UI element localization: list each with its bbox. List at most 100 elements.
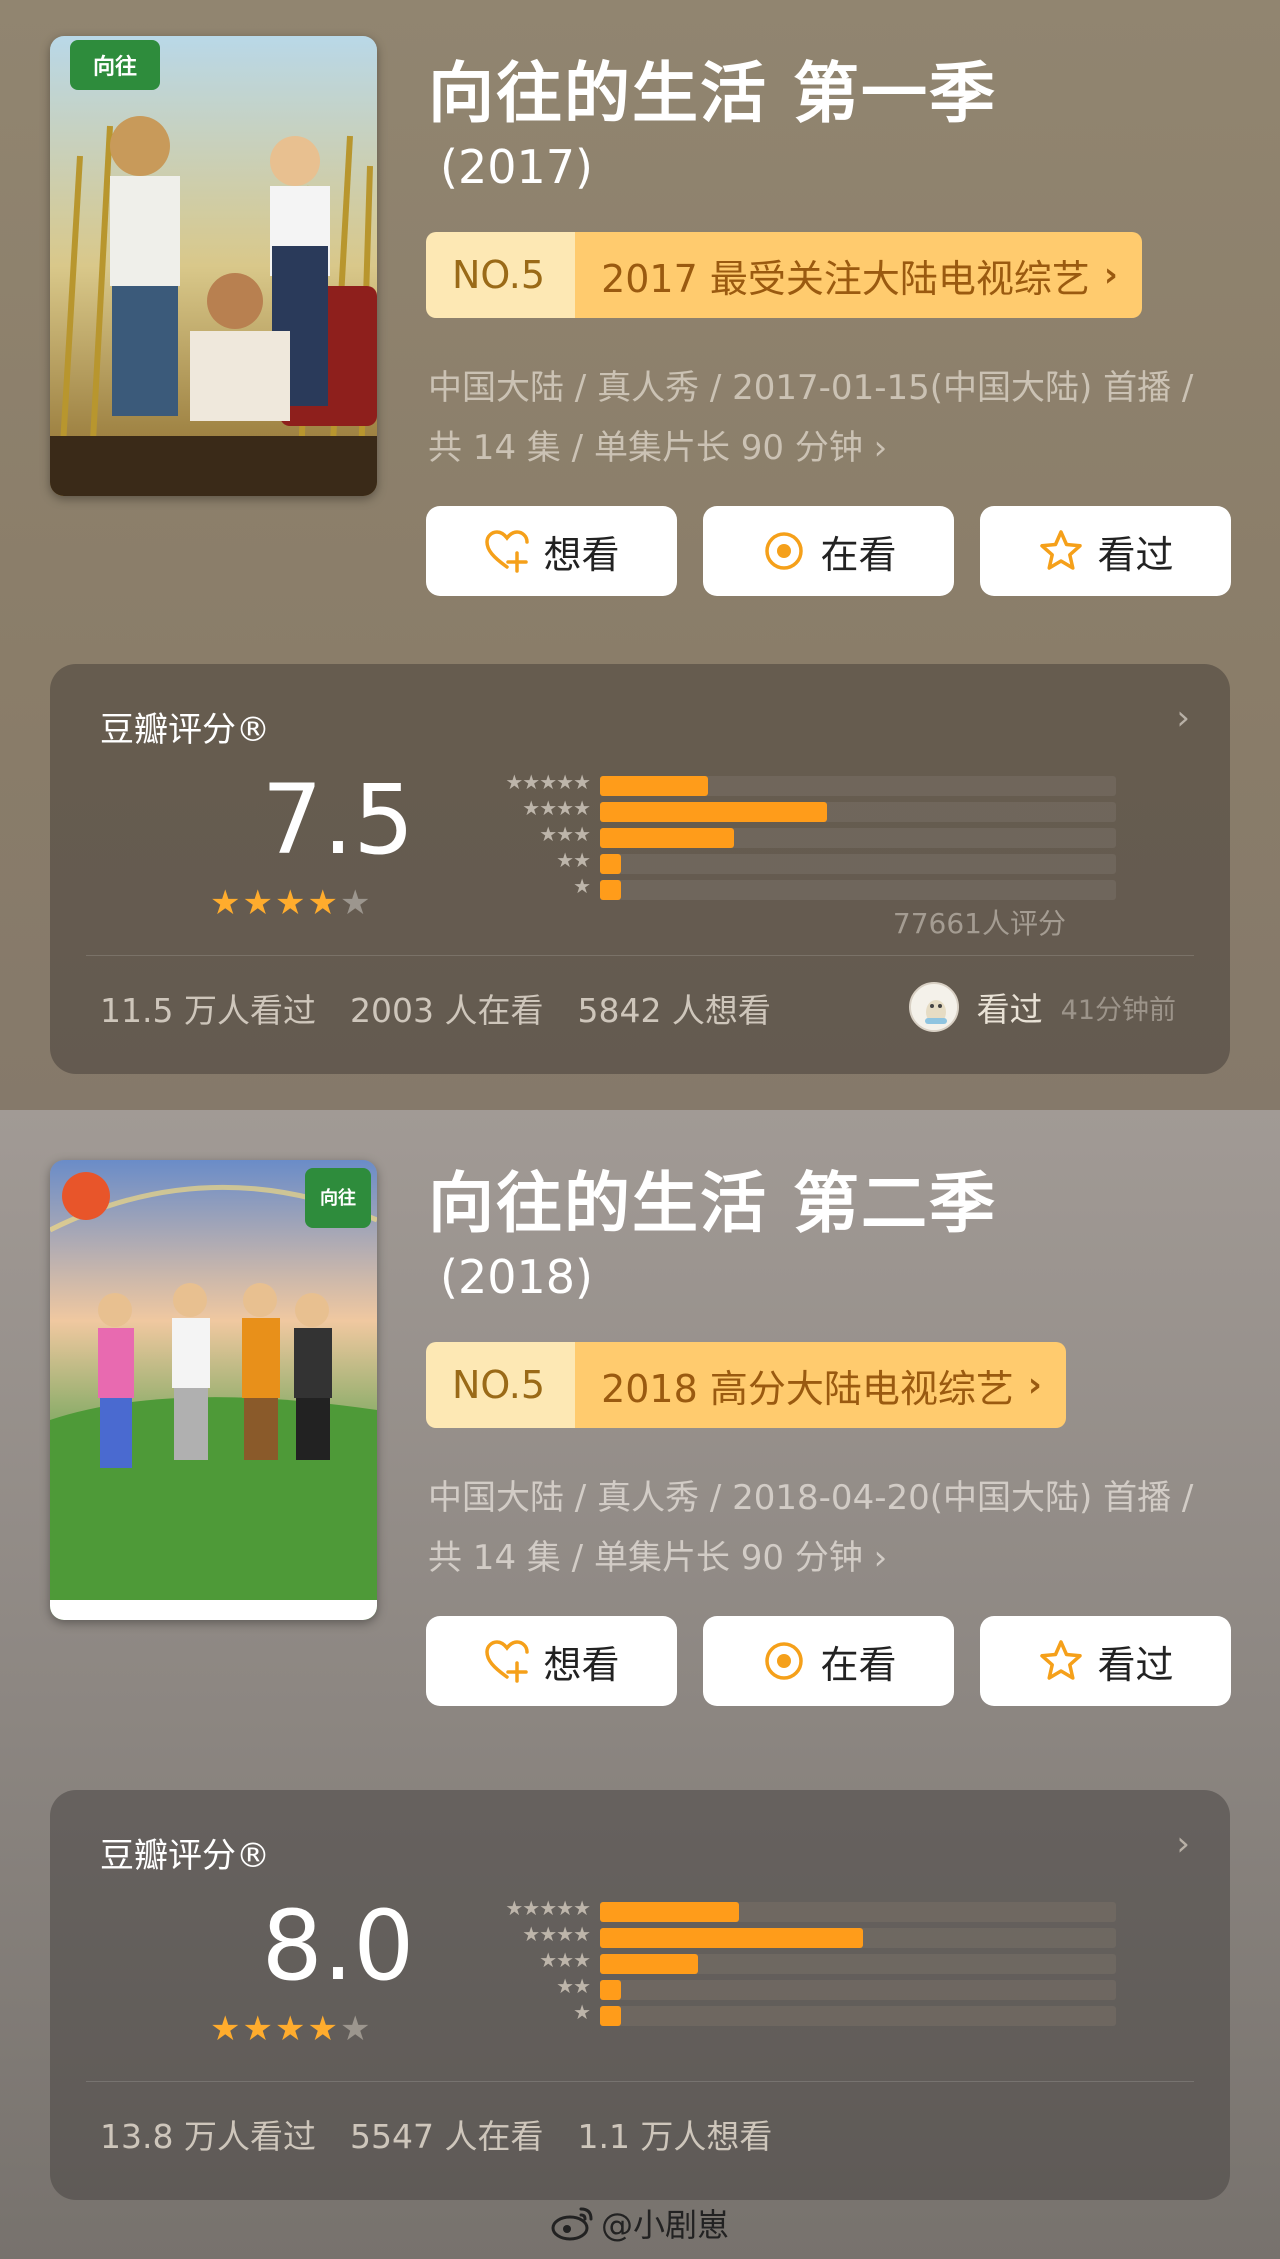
star-level-icon: ★: [573, 2000, 591, 2024]
chevron-right-icon[interactable]: ›: [1176, 698, 1190, 738]
star-level-icon: ★★★★: [522, 1922, 591, 1946]
audience-stats: 11.5 万人看过 2003 人在看 5842 人想看: [100, 984, 771, 1032]
watched-button[interactable]: 看过: [980, 1616, 1231, 1706]
want-label: 想看: [543, 1642, 620, 1687]
heart-plus-icon: [485, 530, 530, 573]
rating-bar-2-star: ★★: [420, 1974, 1120, 2000]
chevron-right-icon: ›: [1027, 1365, 1042, 1405]
star-outline-icon: [1040, 1640, 1083, 1680]
watching-label: 在看: [820, 1642, 897, 1687]
show-year: (2017): [440, 140, 593, 194]
bar-track: [600, 1902, 1116, 1922]
rating-title: 豆瓣评分®: [100, 1836, 270, 1876]
poster-image[interactable]: 向往: [50, 36, 377, 496]
action-buttons: 想看 在看 看过: [426, 506, 1231, 596]
rating-bar-1-star: ★: [420, 874, 1120, 900]
stat-want: 1.1 万人想看: [577, 2117, 773, 2156]
poster-image[interactable]: 向往: [50, 1160, 377, 1620]
meta-line-1: 中国大陆 / 真人秀 / 2018-04-20(中国大陆) 首播 /: [428, 1478, 1194, 1518]
watching-button[interactable]: 在看: [703, 1616, 954, 1706]
show-meta[interactable]: 中国大陆 / 真人秀 / 2018-04-20(中国大陆) 首播 / 共 14 …: [428, 1468, 1228, 1588]
show-meta[interactable]: 中国大陆 / 真人秀 / 2017-01-15(中国大陆) 首播 / 共 14 …: [428, 358, 1228, 478]
stat-watched: 13.8 万人看过: [100, 2117, 316, 2156]
season-1-card: 向往 向往的生活 第一季 (2017) NO.5 2017 最受关注大陆电视综艺…: [0, 0, 1280, 1110]
rating-bar-4-star: ★★★★: [420, 796, 1120, 822]
ranking-badge[interactable]: NO.5 2018 高分大陆电视综艺 ›: [426, 1342, 1066, 1428]
bar-fill: [600, 776, 709, 796]
bar-fill: [600, 828, 735, 848]
star-filled-icon: ★: [307, 883, 338, 923]
rating-score: 8.0: [261, 1890, 415, 2002]
meta-line-1: 中国大陆 / 真人秀 / 2017-01-15(中国大陆) 首播 /: [428, 368, 1194, 408]
watching-button[interactable]: 在看: [703, 506, 954, 596]
recent-time: 41分钟前: [1060, 994, 1176, 1026]
stat-want: 5842 人想看: [577, 991, 771, 1030]
star-level-icon: ★★★★★: [505, 1896, 591, 1920]
douban-rating-panel[interactable]: 豆瓣评分® › 7.5 ★ ★ ★ ★ ★ ★★★★★ ★★★★ ★★★ ★★ ★ 77661人…: [50, 664, 1230, 1074]
meta-line-2-wrap: 共 14 集 / 单集片长 90 分钟 ›: [428, 418, 1228, 478]
chevron-right-icon: ›: [1103, 255, 1118, 295]
rating-bar-3-star: ★★★: [420, 1948, 1120, 1974]
bar-fill: [600, 802, 828, 822]
show-title: 向往的生活 第一季: [428, 55, 997, 132]
rating-bar-5-star: ★★★★★: [420, 770, 1120, 796]
star-filled-icon: ★: [274, 883, 306, 923]
rating-bar-3-star: ★★★: [420, 822, 1120, 848]
bar-track: [600, 828, 1116, 848]
star-level-icon: ★★★★★: [505, 770, 591, 794]
chevron-right-icon[interactable]: ›: [1176, 1824, 1190, 1864]
watched-label: 看过: [1097, 532, 1174, 577]
star-level-icon: ★★: [556, 848, 591, 872]
star-filled-icon: ★: [210, 883, 241, 923]
svg-text:向往: 向往: [320, 1187, 356, 1209]
rating-score: 7.5: [261, 764, 415, 876]
target-icon: [765, 532, 804, 570]
bar-track: [600, 854, 1116, 874]
bar-fill: [600, 880, 621, 900]
watermark: @小剧崽: [0, 2200, 1280, 2246]
recent-action: 看过: [976, 990, 1043, 1029]
rating-title: 豆瓣评分®: [100, 710, 270, 750]
bar-fill: [600, 1928, 864, 1948]
rank-number: NO.5: [426, 232, 576, 318]
rank-number: NO.5: [426, 1342, 576, 1428]
stat-watching: 5547 人在看: [349, 2117, 544, 2156]
bar-fill: [600, 1902, 740, 1922]
star-level-icon: ★★★: [539, 822, 591, 846]
weibo-icon: [551, 2207, 593, 2241]
rating-bar-5-star: ★★★★★: [420, 1896, 1120, 1922]
watched-button[interactable]: 看过: [980, 506, 1231, 596]
star-filled-icon: ★: [242, 883, 273, 923]
avatar[interactable]: [908, 982, 959, 1032]
want-button[interactable]: 想看: [426, 506, 677, 596]
meta-line-2: 共 14 集 / 单集片长 90 分钟: [428, 428, 863, 468]
star-level-icon: ★★★: [539, 1948, 591, 1972]
rating-bar-1-star: ★: [420, 2000, 1120, 2026]
bar-fill: [600, 854, 621, 874]
rank-label-wrap: 2017 最受关注大陆电视综艺 ›: [575, 232, 1142, 318]
watermark-handle: @小剧崽: [600, 2206, 729, 2244]
star-level-icon: ★: [573, 874, 591, 898]
star-rating: ★ ★ ★ ★ ★: [210, 2012, 370, 2046]
star-outline-icon: [1040, 530, 1083, 570]
bar-track: [600, 776, 1116, 796]
douban-rating-panel[interactable]: 豆瓣评分® › 8.0 ★ ★ ★ ★ ★ ★★★★★ ★★★★ ★★★ ★★ ★ 13.8 万…: [50, 1790, 1230, 2200]
divider: [86, 2081, 1194, 2082]
show-year: (2018): [440, 1250, 593, 1304]
bar-track: [600, 2006, 1116, 2026]
star-filled-icon: ★: [210, 2009, 241, 2049]
recent-activity[interactable]: 看过 41分钟前: [908, 982, 1176, 1032]
meta-line-2-wrap: 共 14 集 / 单集片长 90 分钟 ›: [428, 1528, 1228, 1588]
want-label: 想看: [543, 532, 620, 577]
want-button[interactable]: 想看: [426, 1616, 677, 1706]
bar-fill: [600, 1954, 699, 1974]
target-icon: [765, 1642, 804, 1680]
bar-track: [600, 880, 1116, 900]
chevron-right-icon: ›: [873, 1538, 888, 1578]
ranking-badge[interactable]: NO.5 2017 最受关注大陆电视综艺 ›: [426, 232, 1142, 318]
rating-bar-2-star: ★★: [420, 848, 1120, 874]
star-level-icon: ★★★★: [522, 796, 591, 820]
star-empty-icon: ★: [339, 2009, 371, 2049]
show-title: 向往的生活 第二季: [428, 1165, 997, 1242]
star-filled-icon: ★: [242, 2009, 273, 2049]
